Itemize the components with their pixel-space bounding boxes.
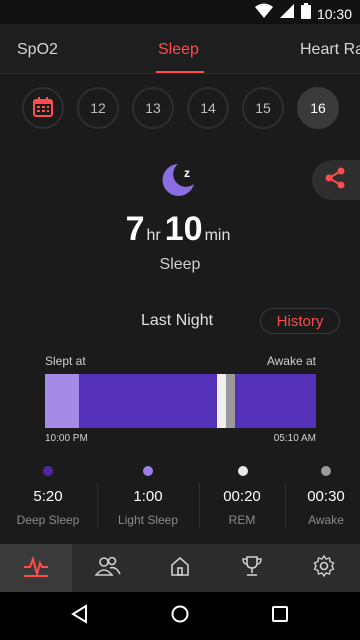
timeline-deep-segment <box>235 374 316 428</box>
status-bar: 10:30 <box>0 0 360 24</box>
share-button[interactable] <box>312 160 360 200</box>
active-tab-indicator <box>156 71 204 73</box>
day-selector: 12 13 14 15 16 <box>22 87 342 131</box>
bottom-navigation <box>0 544 360 592</box>
nav-achievements[interactable] <box>216 544 288 592</box>
awake-label: Awake <box>308 513 344 527</box>
timeline-end-time: 05:10 AM <box>273 433 316 444</box>
light-sleep-label: Light Sleep <box>117 513 179 527</box>
trophy-icon <box>241 555 263 582</box>
rem-value: 00:20 <box>223 488 261 505</box>
day-16[interactable]: 16 <box>297 87 339 129</box>
sleep-duration: 7 hr 10 min <box>0 210 360 249</box>
tab-heart-rate[interactable]: Heart Ra <box>300 41 360 59</box>
stat-divider <box>97 482 98 528</box>
range-label: Last Night <box>141 312 214 329</box>
rem-label: REM <box>228 513 256 527</box>
home-system-button[interactable] <box>150 592 210 640</box>
home-circle-icon <box>170 604 190 629</box>
deep-sleep-label: Deep Sleep <box>16 513 80 527</box>
moon-sleep-icon: z <box>160 160 200 200</box>
share-icon <box>324 167 346 194</box>
home-icon <box>169 555 191 582</box>
gear-icon <box>313 554 335 582</box>
slept-at-label: Slept at <box>45 354 86 368</box>
calendar-icon <box>33 96 53 120</box>
recents-square-icon <box>270 604 290 629</box>
history-button[interactable]: History <box>260 308 340 334</box>
duration-hours-unit: hr <box>146 227 161 244</box>
status-time: 10:30 <box>316 5 352 22</box>
svg-text:z: z <box>184 166 190 180</box>
battery-icon <box>300 3 311 24</box>
duration-label: Sleep <box>159 256 201 273</box>
timeline-deep-segment <box>79 374 217 428</box>
sleep-timeline <box>45 374 316 428</box>
duration-minutes: 10 <box>164 210 203 248</box>
awake-at-label: Awake at <box>266 354 316 368</box>
signal-icon <box>279 3 295 24</box>
back-triangle-icon <box>70 603 90 629</box>
nav-friends[interactable] <box>72 544 144 592</box>
tab-spo2[interactable]: SpO2 <box>17 41 58 59</box>
calendar-button[interactable] <box>22 87 64 129</box>
timeline-light-segment <box>45 374 79 428</box>
nav-settings[interactable] <box>288 544 360 592</box>
back-button[interactable] <box>50 592 110 640</box>
deep-sleep-value: 5:20 <box>33 488 63 505</box>
recents-button[interactable] <box>250 592 310 640</box>
nav-home[interactable] <box>144 544 216 592</box>
day-13[interactable]: 13 <box>132 87 174 129</box>
awake-value: 00:30 <box>307 488 345 505</box>
people-icon <box>94 555 121 582</box>
tab-bar: SpO2 Sleep Heart Ra <box>0 24 360 74</box>
day-14[interactable]: 14 <box>187 87 229 129</box>
system-navigation-bar <box>0 592 360 640</box>
day-15[interactable]: 15 <box>242 87 284 129</box>
light-sleep-dot <box>143 466 153 476</box>
timeline-awake-segment <box>226 374 235 428</box>
duration-hours: 7 <box>125 210 145 248</box>
duration-minutes-unit: min <box>204 227 231 244</box>
tab-sleep[interactable]: Sleep <box>158 41 199 59</box>
light-sleep-value: 1:00 <box>133 488 163 505</box>
timeline-start-time: 10:00 PM <box>45 433 88 444</box>
day-12[interactable]: 12 <box>77 87 119 129</box>
awake-dot <box>321 466 331 476</box>
deep-sleep-dot <box>43 466 53 476</box>
rem-dot <box>238 466 248 476</box>
heartbeat-icon <box>23 555 49 582</box>
timeline-rem-segment <box>217 374 226 428</box>
wifi-icon <box>254 3 273 24</box>
nav-activity[interactable] <box>0 544 72 592</box>
